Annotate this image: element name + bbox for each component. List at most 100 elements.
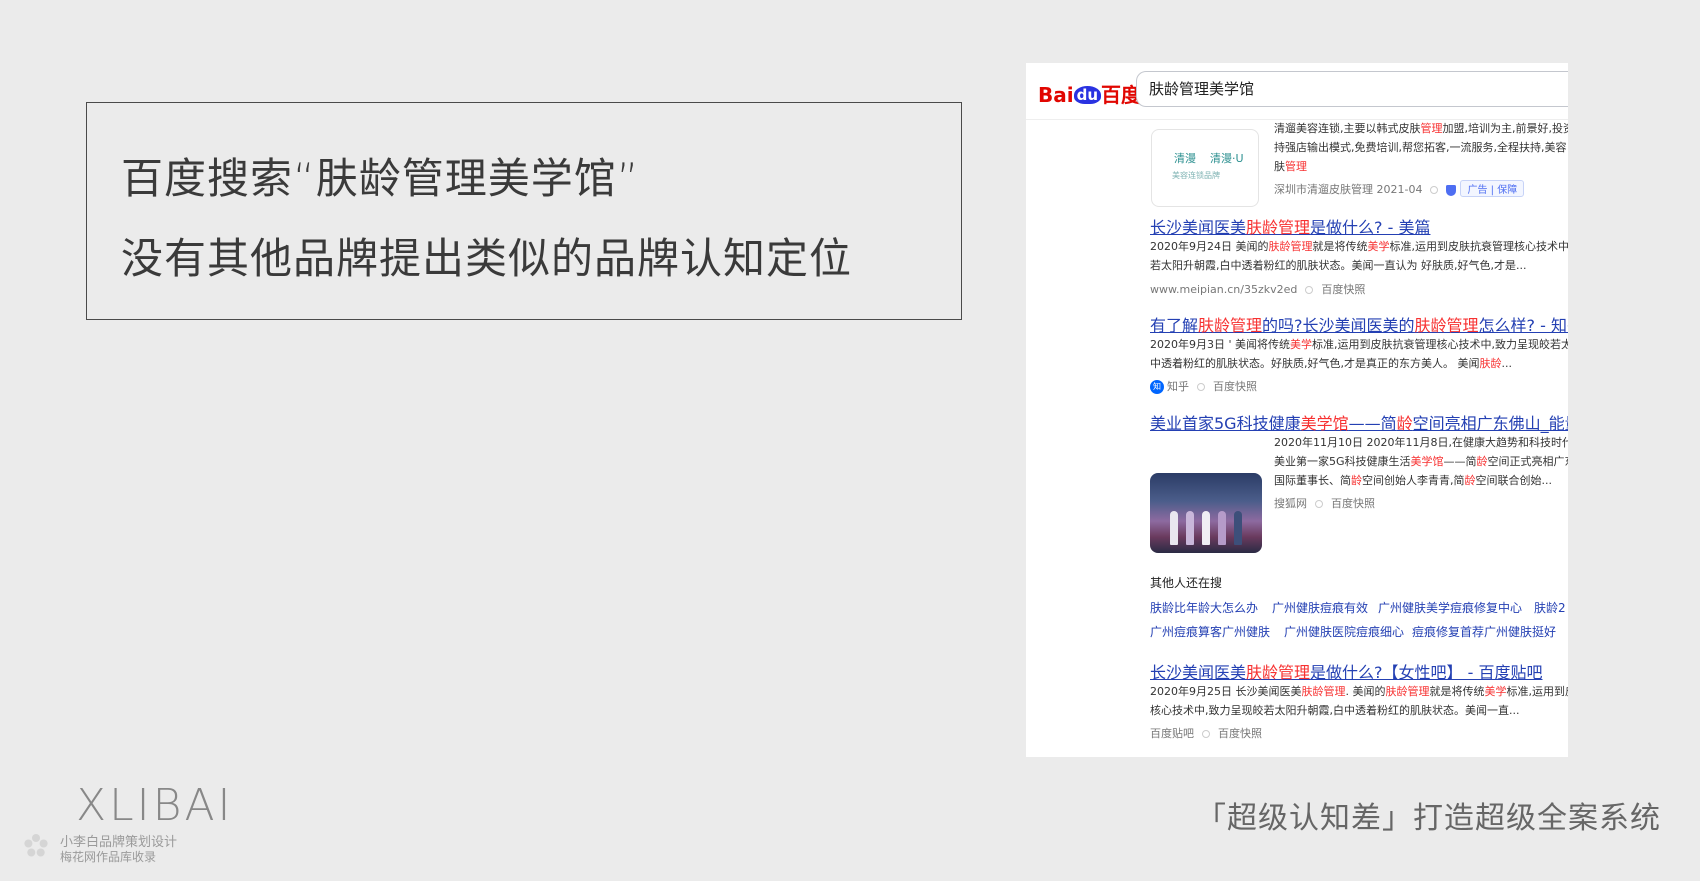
snippet-text: 国际董事长、简 (1274, 474, 1351, 487)
title-highlight: 美学馆 (1300, 414, 1349, 433)
result-4-snippet-1: 2020年9月25日 长沙美闻医美肤龄管理. 美闻的肤龄管理就是将传统美学标准,… (1150, 682, 1568, 702)
search-input[interactable]: 肤龄管理美学馆 (1136, 71, 1568, 107)
snippet-text: 空间创始人李青青,简 (1362, 474, 1465, 487)
snippet-highlight: 肤龄管理 (1385, 685, 1430, 698)
related-search[interactable]: 广州痘痕算客广州健肤 (1150, 623, 1270, 640)
baidu-screenshot: Bai du 百度 肤龄管理美学馆 清漫 清漫·U 美容连锁品牌 清遛美容连锁,主要… (1026, 63, 1568, 757)
result-2-title[interactable]: 有了解肤龄管理的吗?长沙美闻医美的肤龄管理怎么样? - 知乎 (1150, 312, 1568, 336)
result-3-meta: 搜狐网 百度快照 (1274, 495, 1375, 511)
result-3-snippet-1: 2020年11月10日 2020年11月8日,在健康大趋势和科技时代化 (1274, 436, 1568, 449)
photo-figure (1218, 511, 1226, 545)
snippet-text: 2020年9月25日 长沙美闻医美 (1150, 685, 1302, 698)
slogan: 「超级认知差」打造超级全案系统 (1196, 801, 1661, 836)
ad-badge[interactable]: 广告 | 保障 (1460, 180, 1525, 197)
snippet-highlight: 龄 (1476, 455, 1488, 468)
cache-link[interactable]: 百度快照 (1218, 727, 1262, 740)
brand-credit: 梅花网作品库收录 (60, 850, 157, 864)
note-line-2: 没有其他品牌提出类似的品牌认知定位 (121, 234, 853, 283)
result-3-title[interactable]: 美业首家5G科技健康美学馆——简龄空间亮相广东佛山_能量 (1150, 410, 1568, 434)
title-text: 怎么样? - 知乎 (1478, 316, 1568, 335)
snippet-text: . 美闻的 (1345, 685, 1386, 698)
result-4-title[interactable]: 长沙美闻医美肤龄管理是做什么?【女性吧】 - 百度贴吧 (1150, 659, 1542, 683)
snippet-text: 标准,运用到皮肤抗衰管理核心技术中, (1389, 240, 1569, 253)
result-1-title[interactable]: 长沙美闻医美肤龄管理是做什么? - 美篇 (1150, 214, 1430, 238)
note-line-1: 百度搜索“肤龄管理美学馆” (121, 154, 640, 203)
snippet-text: 空间正式亮相广东 (1487, 455, 1568, 468)
ad-date: 2021-04 (1376, 183, 1423, 196)
others-searched-heading: 其他人还在搜 (1150, 576, 1223, 590)
ad-highlight: 管理 (1285, 160, 1307, 173)
related-search[interactable]: 广州健肤痘痕有效 (1272, 599, 1368, 616)
ad-snippet-3: 肤管理 (1274, 157, 1307, 177)
related-search[interactable]: 痘痕修复首荐广州健肤挺好 (1412, 623, 1556, 640)
result-site[interactable]: 百度贴吧 (1150, 727, 1194, 740)
snippet-highlight: 美学馆 (1410, 455, 1444, 468)
title-text: 的吗?长沙美闻医美的 (1262, 316, 1415, 335)
cache-link[interactable]: 百度快照 (1213, 380, 1257, 393)
baidu-header: Bai du 百度 肤龄管理美学馆 (1026, 63, 1568, 120)
flower-icon (24, 834, 48, 857)
result-site[interactable]: 知乎 (1167, 380, 1189, 393)
result-3-photo[interactable] (1150, 473, 1262, 553)
result-url[interactable]: www.meipian.cn/35zkv2ed (1150, 283, 1297, 296)
snippet-text: ——简 (1443, 455, 1477, 468)
result-2-snippet-2: 中透着粉红的肌肤状态。好肤质,好气色,才是真正的东方美人。 美闻肤龄... (1150, 354, 1512, 374)
ad-meta: 深圳市清遛皮肤管理 2021-04 广告 | 保障 (1274, 180, 1525, 197)
ad-snippet-2: 持强店输出模式,免费培训,帮您拓客,一流服务,全程扶持,美容 (1274, 141, 1567, 154)
related-search[interactable]: 广州健肤美学痘痕修复中心 (1378, 599, 1522, 616)
ad-thumbnail[interactable]: 清漫 清漫·U 美容连锁品牌 (1151, 129, 1259, 207)
info-icon[interactable] (1305, 286, 1314, 294)
snippet-highlight: 肤龄 (1479, 357, 1502, 370)
info-icon[interactable] (1197, 383, 1205, 391)
brand-logo: XLIBAI (76, 780, 234, 831)
related-search[interactable]: 肤龄比年龄大怎么办 (1150, 599, 1258, 616)
snippet-text: 就是将传统 (1429, 685, 1485, 698)
title-text: ——简 (1348, 414, 1397, 433)
title-text: 是做什么?【女性吧】 - 百度贴吧 (1310, 663, 1543, 682)
title-highlight: 肤龄管理 (1246, 663, 1311, 682)
photo-figure (1170, 511, 1178, 545)
snippet-text: 标准,运用到皮肤抗衰管理核心技术中,致力呈现皎若太 (1312, 338, 1568, 351)
result-3-snippet-3: 国际董事长、简龄空间创始人李青青,简龄空间联合创始... (1274, 471, 1552, 491)
ad-text: 加盟,培训为主,前景好,投资 (1442, 122, 1569, 135)
cache-link[interactable]: 百度快照 (1321, 283, 1365, 296)
snippet-highlight: 美学 (1367, 240, 1390, 253)
result-site[interactable]: 搜狐网 (1274, 497, 1307, 510)
ad-text: 清遛美容连锁,主要以韩式皮肤 (1274, 122, 1421, 135)
baidu-logo[interactable]: Bai du 百度 (1038, 79, 1141, 108)
info-icon[interactable] (1202, 730, 1210, 738)
result-1-snippet-2: 若太阳升朝霞,白中透着粉红的肌肤状态。美闻一直认为 好肤质,好气色,才是... (1150, 259, 1527, 272)
photo-figure (1234, 511, 1242, 545)
related-search[interactable]: 广州健肤医院痘痕细心 (1284, 623, 1404, 640)
title-text: 长沙美闻医美 (1150, 663, 1247, 682)
snippet-text: 标准,运用到皮 (1506, 685, 1569, 698)
snippet-highlight: 美学 (1484, 685, 1507, 698)
snippet-text: ... (1501, 357, 1513, 370)
snippet-highlight: 龄 (1351, 474, 1362, 487)
ad-logo-1: 清漫 (1174, 152, 1196, 165)
result-4-snippet-2: 核心技术中,致力呈现皎若太阳升朝霞,白中透着粉红的肌肤状态。美闻一直... (1150, 704, 1520, 717)
ad-source[interactable]: 深圳市清遛皮肤管理 (1274, 183, 1373, 196)
snippet-text: 空间联合创始... (1475, 474, 1553, 487)
snippet-highlight: 美学 (1290, 338, 1313, 351)
result-1-snippet-1: 2020年9月24日 美闻的肤龄管理就是将传统美学标准,运用到皮肤抗衰管理核心技… (1150, 237, 1568, 257)
logo-bai: Bai (1038, 83, 1074, 107)
info-icon[interactable] (1430, 186, 1439, 194)
info-icon[interactable] (1315, 500, 1323, 508)
ad-text: 肤 (1274, 160, 1285, 173)
ad-snippet-1: 清遛美容连锁,主要以韩式皮肤管理加盟,培训为主,前景好,投资 (1274, 119, 1568, 139)
title-text: 有了解 (1150, 316, 1199, 335)
note-box: 百度搜索“肤龄管理美学馆” 没有其他品牌提出类似的品牌认知定位 (86, 102, 962, 320)
title-text: 是做什么? - 美篇 (1310, 218, 1431, 237)
photo-figure (1202, 511, 1210, 545)
result-2-snippet-1: 2020年9月3日 ' 美闻将传统美学标准,运用到皮肤抗衰管理核心技术中,致力呈… (1150, 335, 1568, 355)
title-text: 空间亮相广东佛山_能量 (1412, 414, 1568, 433)
snippet-text: 中透着粉红的肌肤状态。好肤质,好气色,才是真正的东方美人。 美闻 (1150, 357, 1480, 370)
snippet-text: 美业第一家5G科技健康生活 (1274, 455, 1411, 468)
result-3-snippet-2: 美业第一家5G科技健康生活美学馆——简龄空间正式亮相广东 (1274, 452, 1568, 472)
ad-tagline: 美容连锁品牌 (1172, 171, 1220, 180)
cache-link[interactable]: 百度快照 (1331, 497, 1375, 510)
snippet-text: 2020年9月24日 美闻的 (1150, 240, 1269, 253)
title-highlight: 龄 (1396, 414, 1413, 433)
related-search[interactable]: 肤龄2 (1534, 599, 1566, 616)
